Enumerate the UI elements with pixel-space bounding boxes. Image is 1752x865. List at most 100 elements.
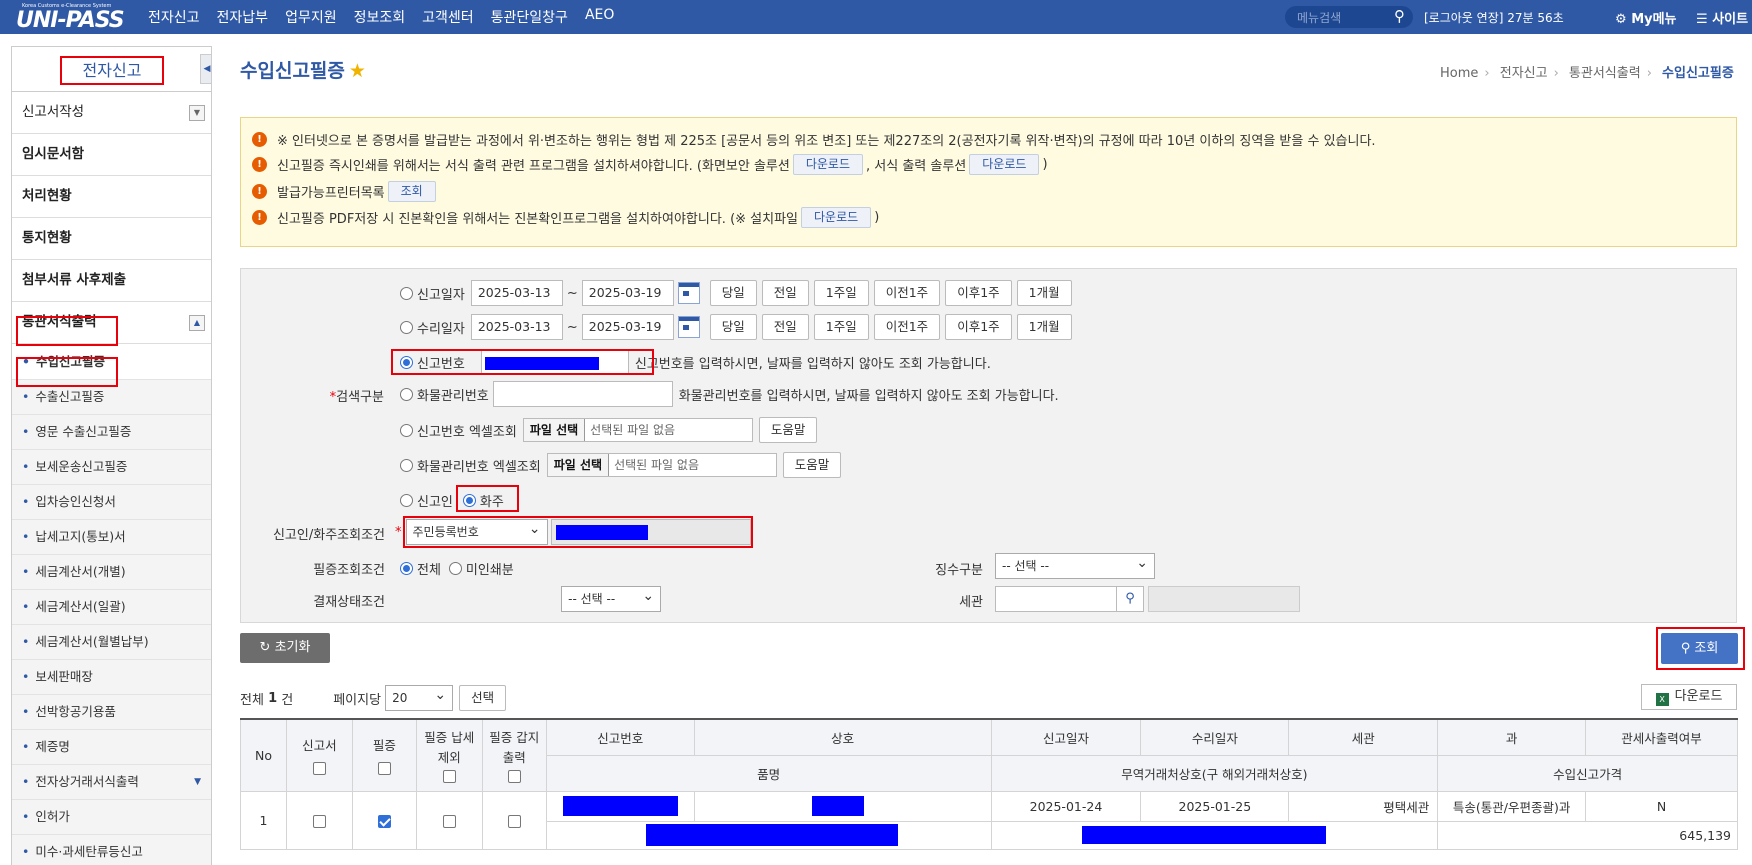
sidebar-subitem[interactable]: 미수·과세탄류등신고 — [12, 835, 211, 865]
chevron-left-icon[interactable]: ◀ — [200, 54, 211, 84]
breadcrumb-item[interactable]: 통관서식출력 — [1569, 66, 1641, 81]
sidebar-item-temp-docs[interactable]: 임시문서함 — [12, 134, 211, 176]
next-week-button[interactable]: 이후1주 — [945, 314, 1012, 340]
report-no-radio[interactable] — [400, 355, 413, 369]
sidebar-subitem[interactable]: 영문 수출신고필증 — [12, 415, 211, 450]
today-button[interactable]: 당일 — [709, 280, 757, 306]
one-week-button[interactable]: 1주일 — [813, 314, 869, 340]
owner-radio[interactable] — [462, 494, 476, 507]
reporter-radio[interactable] — [400, 494, 413, 507]
accept-date-to[interactable]: 2025-03-19 — [581, 314, 674, 340]
excel-download-button[interactable]: X 다운로드 — [1641, 684, 1737, 710]
sidebar-item-customs-forms[interactable]: 통관서식출력 ▲ — [12, 302, 211, 344]
today-button[interactable]: 당일 — [709, 314, 757, 340]
report-checkbox[interactable] — [312, 814, 326, 828]
sidebar-subitem[interactable]: 인허가 — [12, 800, 211, 835]
customs-input[interactable] — [995, 586, 1117, 612]
table-row[interactable]: 1 2025-01-24 2025-01-25 평택세관 특송(통관/우편종괄)… — [240, 790, 1738, 850]
nav-single-window[interactable]: 통관단일창구 — [491, 7, 568, 27]
sidebar-subitem[interactable]: 입차승인신청서 — [12, 485, 211, 520]
one-month-button[interactable]: 1개월 — [1016, 280, 1072, 306]
report-date-from[interactable]: 2025-03-13 — [470, 280, 563, 306]
prev-week-button[interactable]: 이전1주 — [873, 314, 941, 340]
nav-customer-center[interactable]: 고객센터 — [422, 7, 474, 27]
id-type-select[interactable]: 주민등록번호 — [405, 517, 548, 545]
screen-security-download-button[interactable]: 다운로드 — [792, 154, 864, 175]
sidebar-subitem[interactable]: 전자상거래서식출력▼ — [12, 765, 211, 800]
one-month-button[interactable]: 1개월 — [1016, 314, 1072, 340]
collect-select[interactable]: -- 선택 -- — [995, 551, 1155, 579]
cargo-no-file-input[interactable]: 파일 선택 선택된 파일 없음 — [546, 453, 777, 477]
sidebar-item-notice-status[interactable]: 통지현황 — [12, 218, 211, 260]
prev-week-button[interactable]: 이전1주 — [873, 280, 941, 306]
report-no-input[interactable] — [480, 349, 629, 375]
sidebar-subitem[interactable]: 납세고지(통보)서 — [12, 520, 211, 555]
row-report-no[interactable] — [545, 790, 695, 822]
printer-list-view-button[interactable]: 조회 — [387, 181, 436, 202]
nav-e-report[interactable]: 전자신고 — [148, 7, 200, 27]
breadcrumb-item[interactable]: 전자신고 — [1500, 66, 1548, 81]
cert-sheet-checkbox[interactable] — [507, 814, 521, 828]
select-all-cert-checkbox[interactable] — [377, 762, 391, 776]
id-number-input[interactable] — [550, 519, 751, 545]
reset-button[interactable]: ↻ 초기화 — [240, 633, 330, 663]
breadcrumb-home[interactable]: Home — [1440, 66, 1478, 81]
per-page-apply-button[interactable]: 선택 — [459, 685, 507, 711]
chevron-down-icon[interactable]: ▼ — [194, 765, 201, 799]
sidebar-subitem-import-cert[interactable]: 수입신고필증 — [12, 345, 211, 380]
per-page-select[interactable]: 20 — [385, 683, 454, 711]
sidebar-subitem[interactable]: 제증명 — [12, 730, 211, 765]
print-unprinted-radio[interactable] — [448, 562, 462, 575]
chevron-down-icon[interactable]: ▼ — [189, 105, 205, 121]
chevron-up-icon[interactable]: ▲ — [189, 315, 205, 331]
help-button[interactable]: 도움말 — [782, 452, 842, 478]
cert-checkbox[interactable] — [377, 814, 391, 828]
favorite-star-icon[interactable]: ★ — [349, 60, 366, 82]
nav-work-support[interactable]: 업무지원 — [285, 7, 337, 27]
site-menu-button[interactable]: ☰ 사이트 — [1696, 8, 1748, 27]
sidebar-subitem[interactable]: 보세판매장 — [12, 660, 211, 695]
verify-program-download-button[interactable]: 다운로드 — [801, 207, 872, 228]
cert-tax-checkbox[interactable] — [442, 814, 456, 828]
yesterday-button[interactable]: 전일 — [761, 314, 809, 340]
accept-date-from[interactable]: 2025-03-13 — [470, 314, 563, 340]
customs-search-icon[interactable]: ⚲ — [1116, 586, 1144, 612]
sidebar-subitem[interactable]: 세금계산서(개별) — [12, 555, 211, 590]
report-date-to[interactable]: 2025-03-19 — [581, 280, 674, 306]
sidebar-subitem[interactable]: 세금계산서(일괄) — [12, 590, 211, 625]
sidebar-subitem[interactable]: 선박항공기용품 — [12, 695, 211, 730]
one-week-button[interactable]: 1주일 — [813, 280, 869, 306]
report-date-radio[interactable] — [400, 286, 413, 300]
sidebar-item-attach-submit[interactable]: 첨부서류 사후제출 — [12, 260, 211, 302]
nav-e-payment[interactable]: 전자납부 — [217, 7, 269, 27]
mymenu-button[interactable]: ⚙ My메뉴 — [1615, 8, 1677, 27]
menu-search-input[interactable]: 메뉴검색 ⚲ — [1285, 6, 1413, 28]
nav-aeo[interactable]: AEO — [585, 7, 614, 27]
print-all-radio[interactable] — [400, 562, 413, 575]
calendar-icon[interactable] — [677, 316, 700, 338]
accept-date-radio[interactable] — [400, 320, 413, 334]
next-week-button[interactable]: 이후1주 — [945, 280, 1012, 306]
yesterday-button[interactable]: 전일 — [761, 280, 809, 306]
sidebar-subitem[interactable]: 보세운송신고필증 — [12, 450, 211, 485]
sidebar-item-write-report[interactable]: 신고서작성 ▼ — [12, 92, 211, 134]
sidebar-item-process-status[interactable]: 처리현황 — [12, 176, 211, 218]
help-button[interactable]: 도움말 — [758, 417, 818, 443]
cargo-no-excel-radio[interactable] — [400, 458, 413, 472]
nav-info-inquiry[interactable]: 정보조회 — [354, 7, 406, 27]
search-button[interactable]: ⚲ 조회 — [1661, 633, 1738, 664]
unipass-logo[interactable]: Korea Customs e-Clearance System UNI-PAS… — [16, 3, 125, 33]
search-icon[interactable]: ⚲ — [1394, 7, 1405, 25]
report-no-excel-radio[interactable] — [400, 423, 413, 437]
calendar-icon[interactable] — [677, 282, 700, 304]
print-solution-download-button[interactable]: 다운로드 — [969, 154, 1040, 175]
select-all-report-checkbox[interactable] — [312, 762, 326, 776]
report-no-file-input[interactable]: 파일 선택 선택된 파일 없음 — [522, 418, 753, 442]
sidebar-subitem[interactable]: 수출신고필증 — [12, 380, 211, 415]
select-all-cert-tax-checkbox[interactable] — [442, 769, 456, 783]
select-all-cert-sheet-checkbox[interactable] — [507, 769, 521, 783]
pay-status-select[interactable]: -- 선택 -- — [561, 584, 662, 612]
sidebar-subitem[interactable]: 세금계산서(월별납부) — [12, 625, 211, 660]
cargo-no-radio[interactable] — [400, 387, 413, 401]
cargo-no-input[interactable] — [492, 381, 673, 407]
